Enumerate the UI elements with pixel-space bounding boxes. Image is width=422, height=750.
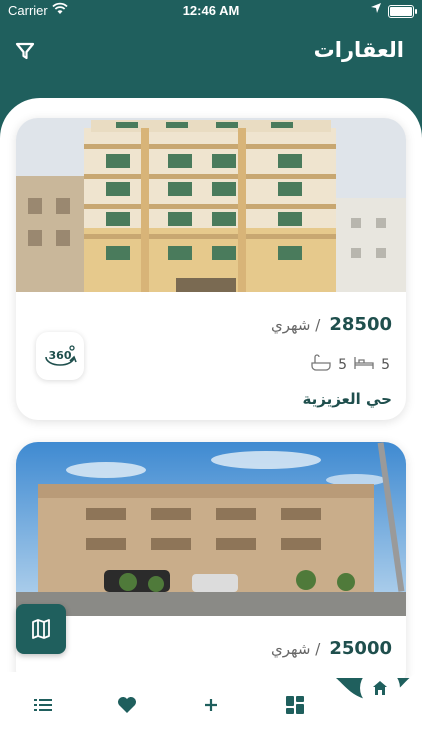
clock: 12:46 AM	[182, 3, 240, 18]
bathtub-icon	[310, 354, 332, 376]
rooms-info: 5 5	[310, 354, 392, 376]
bed-icon	[353, 355, 375, 375]
price-period: / شهري	[270, 640, 321, 658]
view-360-button[interactable]: 360	[36, 332, 84, 380]
price-row: 28500 / شهري	[271, 314, 392, 335]
price: 25000	[329, 638, 392, 659]
filter-icon[interactable]	[14, 40, 36, 62]
bedrooms-count: 5	[381, 357, 390, 373]
app-header: العقارات	[0, 22, 422, 92]
price: 28500	[329, 314, 392, 335]
listing-card[interactable]: 25000 / شهري	[16, 442, 406, 678]
heart-icon[interactable]	[112, 690, 142, 720]
location-arrow-icon	[370, 2, 382, 17]
map-view-button[interactable]	[16, 604, 66, 654]
badge-360-label: 360	[49, 349, 72, 362]
dashboard-icon[interactable]	[280, 690, 310, 720]
price-row: 25000 / شهري	[271, 638, 392, 659]
status-bar: Carrier 12:46 AM	[0, 0, 422, 22]
price-period: / شهري	[270, 316, 321, 334]
listings-sheet: 28500 / شهري 5 5 حي العزيزية 360 25000 /…	[0, 98, 422, 678]
district-name: حي العزيزية	[302, 390, 392, 408]
battery-icon	[388, 5, 417, 18]
tab-bar	[0, 672, 422, 750]
plus-icon[interactable]	[196, 690, 226, 720]
property-photo	[16, 118, 406, 292]
property-photo	[16, 442, 406, 616]
page-title: العقارات	[313, 38, 404, 62]
bathrooms-count: 5	[338, 357, 348, 373]
home-icon[interactable]	[360, 668, 400, 708]
list-icon[interactable]	[28, 690, 58, 720]
listing-card[interactable]: 28500 / شهري 5 5 حي العزيزية 360	[16, 118, 406, 420]
